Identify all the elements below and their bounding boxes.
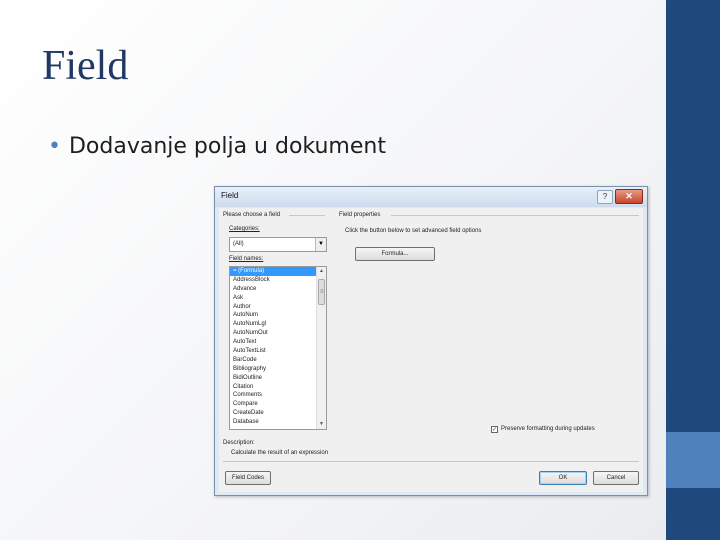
categories-select[interactable]: (All) ▼ [229, 237, 327, 252]
properties-hint: Click the button below to set advanced f… [345, 228, 482, 234]
field-name-item[interactable]: AutoNumOut [230, 329, 316, 338]
field-name-item[interactable]: AutoNumLgl [230, 320, 316, 329]
right-decor-bar [666, 0, 720, 540]
categories-value: (All) [233, 241, 244, 247]
dialog-body: Please choose a field Categories: (All) … [219, 208, 643, 492]
field-name-item[interactable]: AutoTextList [230, 347, 316, 356]
cancel-button[interactable]: Cancel [593, 471, 639, 485]
description-label: Description: [223, 440, 255, 446]
scroll-down-icon[interactable]: ▼ [317, 420, 326, 429]
right-group-divider [391, 215, 639, 216]
field-name-item[interactable]: Comments [230, 391, 316, 400]
field-name-item[interactable]: AutoNum [230, 311, 316, 320]
scroll-up-icon[interactable]: ▲ [317, 267, 326, 276]
field-name-item[interactable]: AutoText [230, 338, 316, 347]
categories-label: Categories: [229, 226, 260, 232]
preserve-formatting-checkbox[interactable]: ✓ [491, 426, 498, 433]
field-names-label: Field names: [229, 256, 264, 262]
field-name-item[interactable]: CreateDate [230, 409, 316, 418]
slide-title: Field [42, 43, 129, 89]
field-name-item[interactable]: Compare [230, 400, 316, 409]
description-text: Calculate the result of an expression [231, 450, 329, 456]
field-name-item[interactable]: BidiOutline [230, 374, 316, 383]
field-name-item[interactable]: Advance [230, 285, 316, 294]
right-decor-accent [666, 432, 720, 488]
field-name-item[interactable]: Citation [230, 383, 316, 392]
field-name-item[interactable]: Database [230, 418, 316, 427]
formula-button[interactable]: Formula... [355, 247, 435, 261]
chevron-down-icon[interactable]: ▼ [315, 238, 326, 251]
preserve-formatting-option[interactable]: ✓ Preserve formatting during updates [491, 425, 641, 434]
left-group-divider [289, 215, 325, 216]
field-name-item[interactable]: Bibliography [230, 365, 316, 374]
scroll-thumb[interactable]: ≡ [318, 279, 325, 305]
field-codes-button[interactable]: Field Codes [225, 471, 271, 485]
bullet-text: Dodavanje polja u dokument [68, 134, 386, 159]
left-group-label: Please choose a field [223, 212, 281, 218]
dialog-titlebar[interactable]: Field ? ✕ [215, 187, 647, 207]
field-name-item[interactable]: Ask [230, 294, 316, 303]
field-names-items: = (Formula) AddressBlock Advance Ask Author A… [230, 267, 316, 427]
field-name-item[interactable]: BarCode [230, 356, 316, 365]
right-group-label: Field properties [339, 212, 381, 218]
preserve-formatting-label: Preserve formatting during updates [501, 426, 595, 432]
bottom-divider [223, 461, 639, 462]
close-button[interactable]: ✕ [615, 189, 643, 204]
dialog-title: Field [221, 191, 239, 200]
field-name-item[interactable]: Author [230, 303, 316, 312]
bullet-item: • Dodavanje polja u dokument [48, 134, 386, 159]
field-name-item[interactable]: = (Formula) [230, 267, 316, 276]
scroll-grip-icon: ≡ [320, 289, 324, 295]
bullet-dot: • [48, 134, 61, 159]
ok-button[interactable]: OK [539, 471, 587, 485]
field-dialog: Field ? ✕ Please choose a field Categori… [214, 186, 648, 496]
field-names-list[interactable]: = (Formula) AddressBlock Advance Ask Author A… [229, 266, 327, 430]
field-name-item[interactable]: AddressBlock [230, 276, 316, 285]
list-scrollbar[interactable]: ▲ ≡ ▼ [316, 267, 326, 429]
help-button[interactable]: ? [597, 190, 613, 204]
